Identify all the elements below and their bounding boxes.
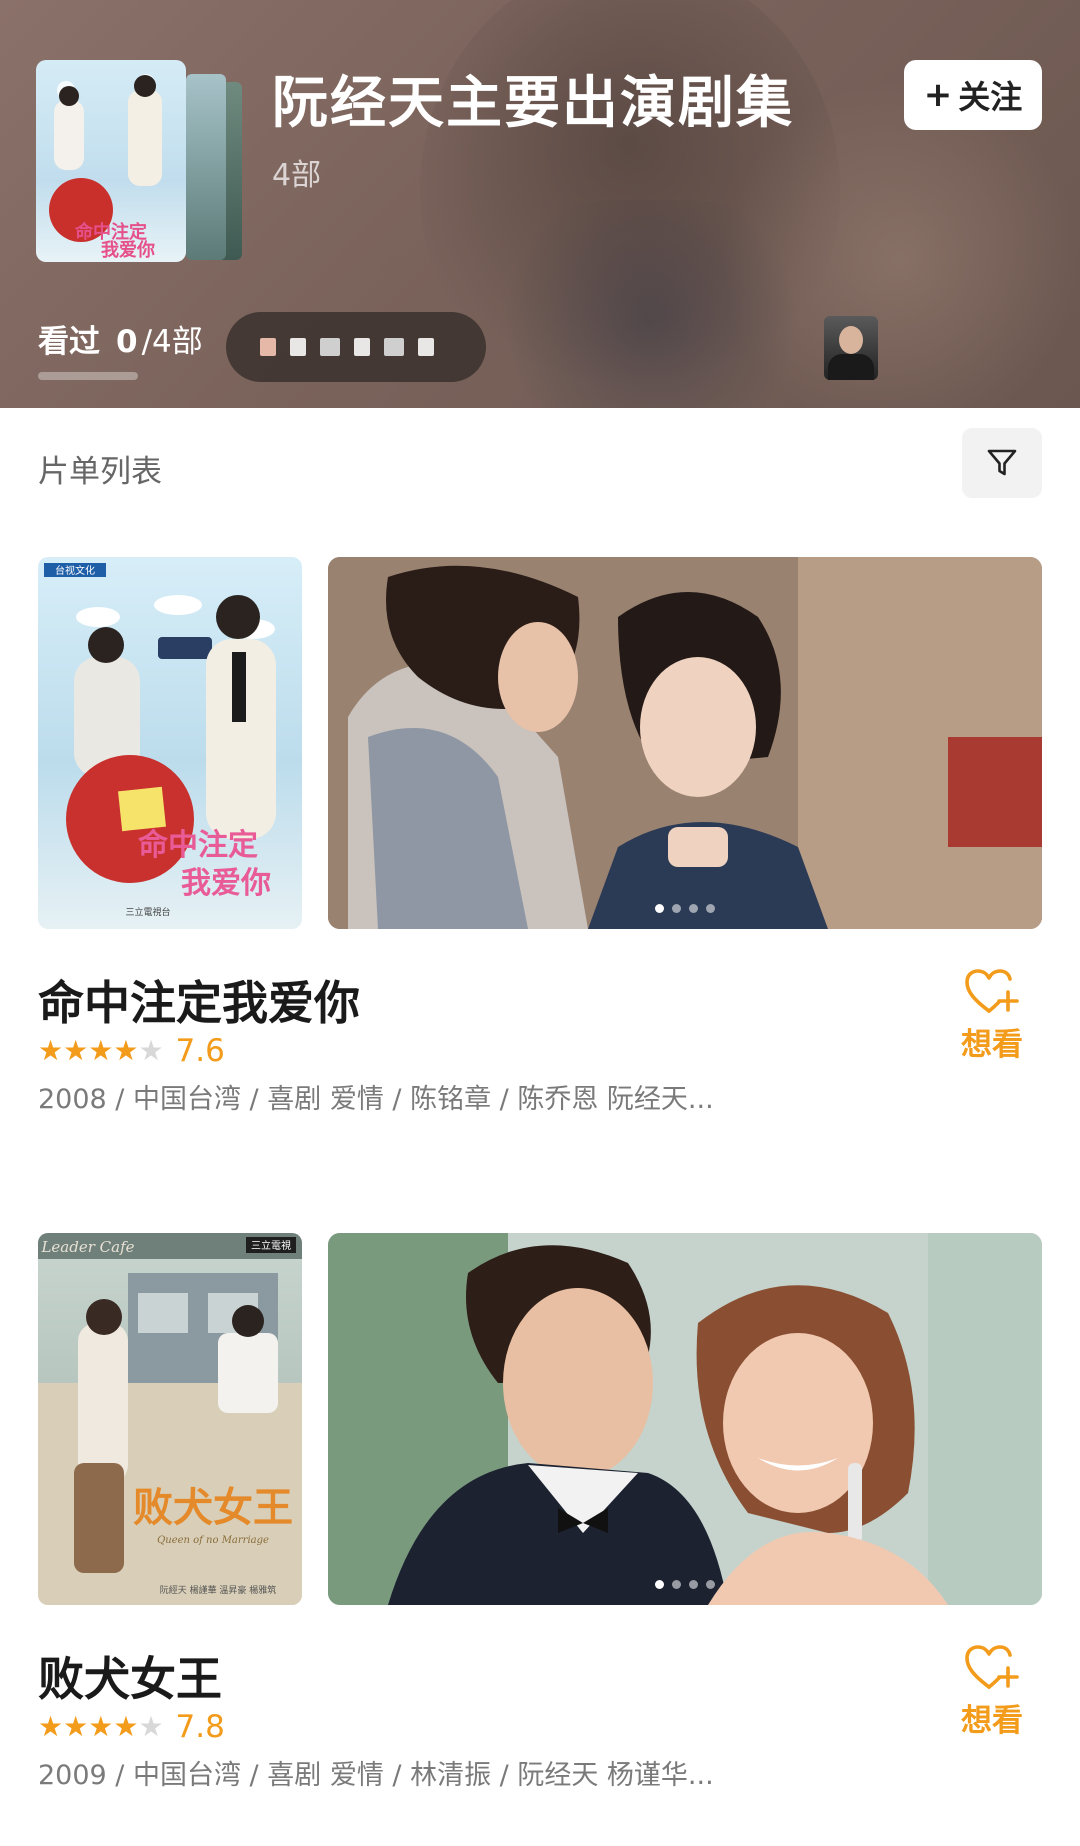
poster-subtitle: Queen of no Marriage	[157, 1535, 269, 1546]
star-rating: ★★★★★	[38, 1712, 164, 1742]
drama-poster[interactable]: Leader Cafe 三立電視 败犬女王 Queen of no Marria…	[38, 1233, 302, 1605]
svg-text:三立電視台: 三立電視台	[125, 906, 170, 918]
still-image	[328, 1233, 1042, 1605]
follow-button[interactable]: + 关注	[904, 60, 1042, 130]
star-filled-icon: ★	[38, 1710, 64, 1743]
blur-block	[260, 338, 276, 356]
carousel-dot[interactable]	[689, 1580, 698, 1589]
star-empty-icon: ★	[138, 1034, 164, 1067]
svg-text:命中注定: 命中注定	[138, 828, 258, 863]
carousel-dots	[328, 904, 1042, 913]
poster-badge: 三立電視	[251, 1239, 291, 1252]
drama-still-carousel[interactable]	[328, 1233, 1042, 1605]
heart-plus-icon	[965, 969, 1019, 1013]
watched-status: 看过 0 /4部	[38, 316, 203, 361]
actor-avatar[interactable]	[824, 316, 878, 380]
carousel-dot[interactable]	[672, 904, 681, 913]
watched-count: 0	[116, 324, 138, 360]
blur-block	[418, 338, 434, 356]
blurred-user-info	[226, 312, 486, 382]
blur-block	[354, 338, 370, 356]
star-filled-icon: ★	[63, 1034, 89, 1067]
poster-art: Leader Cafe 三立電視 败犬女王 Queen of no Marria…	[38, 1233, 302, 1605]
star-rating: ★★★★★	[38, 1036, 164, 1066]
filter-button[interactable]	[962, 428, 1042, 498]
blur-block	[320, 338, 340, 356]
header-banner: 命中注定 我爱你 阮经天主要出演剧集 4部 + 关注 看过 0 /4部	[0, 0, 1080, 408]
carousel-dots	[328, 1580, 1042, 1589]
star-filled-icon: ★	[38, 1034, 64, 1067]
svg-text:我爱你: 我爱你	[181, 866, 271, 901]
carousel-dot[interactable]	[655, 904, 664, 913]
collection-count: 4部	[272, 158, 322, 193]
drama-title[interactable]: 败犬女王	[38, 1643, 222, 1709]
cover-poster-art: 命中注定 我爱你	[49, 74, 162, 261]
cover-stack-middle	[186, 74, 226, 260]
carousel-dot[interactable]	[672, 1580, 681, 1589]
want-label: 想看	[961, 1027, 1023, 1063]
star-filled-icon: ★	[63, 1710, 89, 1743]
still-image	[328, 557, 1042, 929]
list-title: 片单列表	[38, 454, 162, 490]
drama-title[interactable]: 命中注定我爱你	[38, 967, 360, 1033]
svg-text:阮經天 楊謹華 溫昇豪 楊雅筑: 阮經天 楊謹華 溫昇豪 楊雅筑	[160, 1584, 277, 1596]
star-filled-icon: ★	[113, 1034, 139, 1067]
star-empty-icon: ★	[138, 1710, 164, 1743]
avatar-body	[828, 354, 874, 380]
want-to-watch-button[interactable]: 想看	[942, 967, 1042, 1064]
carousel-dot[interactable]	[655, 1580, 664, 1589]
carousel-dot[interactable]	[706, 1580, 715, 1589]
rating: ★★★★★ 7.8	[38, 1709, 225, 1745]
collection-cover[interactable]: 命中注定 我爱你	[36, 60, 242, 262]
header-background-shade	[480, 200, 820, 408]
follow-label: 关注	[958, 78, 1023, 116]
drama-meta: 2009 / 中国台湾 / 喜剧 爱情 / 林清振 / 阮经天 杨谨华...	[38, 1760, 714, 1791]
rating-score: 7.8	[175, 1709, 225, 1745]
drama-still-carousel[interactable]	[328, 557, 1042, 929]
filter-icon	[987, 449, 1017, 476]
want-to-watch-button[interactable]: 想看	[942, 1643, 1042, 1740]
rating: ★★★★★ 7.6	[38, 1033, 225, 1069]
star-filled-icon: ★	[88, 1034, 114, 1067]
star-filled-icon: ★	[113, 1710, 139, 1743]
drama-poster[interactable]: 台视文化 命中注定 我爱你 三立電視台	[38, 557, 302, 929]
heart-plus-icon	[965, 1645, 1019, 1689]
carousel-dot[interactable]	[689, 904, 698, 913]
star-filled-icon: ★	[88, 1710, 114, 1743]
watched-total: /4部	[141, 324, 203, 360]
carousel-dot[interactable]	[706, 904, 715, 913]
blur-block	[290, 338, 306, 356]
page-title: 阮经天主要出演剧集	[272, 71, 794, 136]
watched-progress-bar	[38, 372, 138, 380]
plus-icon: +	[923, 75, 953, 115]
poster-art: 台视文化 命中注定 我爱你 三立電視台	[44, 563, 276, 918]
svg-text:我爱你: 我爱你	[101, 239, 155, 261]
watched-label: 看过	[38, 324, 100, 360]
drama-meta: 2008 / 中国台湾 / 喜剧 爱情 / 陈铭章 / 陈乔恩 阮经天...	[38, 1084, 714, 1115]
rating-score: 7.6	[175, 1033, 225, 1069]
poster-title-text: 败犬女王	[133, 1485, 293, 1531]
avatar-face	[839, 326, 863, 354]
want-label: 想看	[961, 1703, 1023, 1739]
blur-block	[384, 338, 404, 356]
svg-text:Leader Cafe: Leader Cafe	[40, 1238, 134, 1256]
poster-badge: 台视文化	[55, 564, 95, 577]
cover-front-poster: 命中注定 我爱你	[36, 60, 186, 262]
